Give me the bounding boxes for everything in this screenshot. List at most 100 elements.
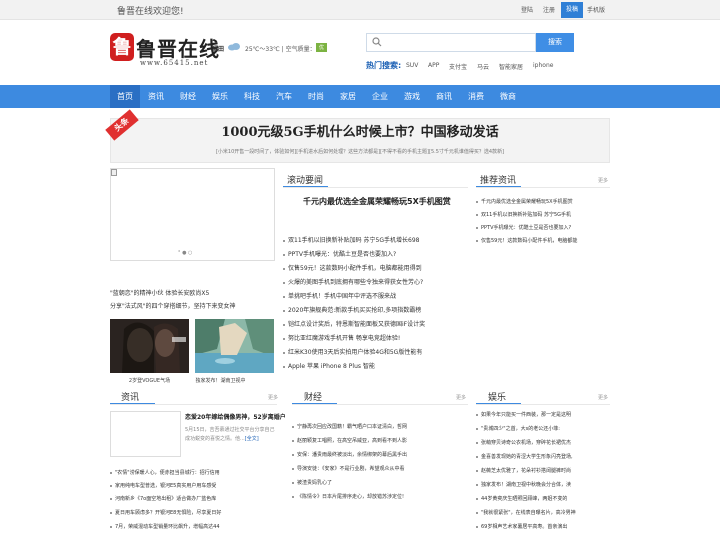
photo-thumbnail[interactable] [195,319,274,373]
nav-games[interactable]: 游戏 [397,85,427,108]
roll-headline[interactable]: 千元内最优选全金属荣耀畅玩5X手机图赏 [303,196,451,207]
list-item[interactable]: "贵城四少"之首，大s的老公还小菲: [476,425,610,432]
list-item[interactable]: 分享"法式风"的四个穿搭细节，坚持下来变女神 [110,301,236,310]
photo-thumbnail[interactable] [110,319,189,373]
search-button[interactable]: 搜索 [536,33,574,52]
news-feature-title[interactable]: 恋爱20年嫁给偶像男神，52岁离婚户 [185,412,286,421]
hot-search-item[interactable]: 马云 [477,62,489,71]
nav-auto[interactable]: 汽车 [269,85,299,108]
list-item[interactable]: 赵丽颖复工唱照，在高空吊威亚，高到看不到人影 [292,437,468,444]
register-link[interactable]: 注册 [543,5,555,14]
recommend-more-link[interactable]: 更多 [598,177,608,184]
aqi-badge: 优 [316,43,328,52]
news-feature-summary: 5月15日，吉吾慕通过社交平台分享自己成功蜕变的喜悦之情。他... [185,427,275,442]
list-item[interactable]: 仅售59元！这款数码小配件手机，电脑都能 [476,237,610,244]
hot-search-item[interactable]: iphone [533,62,553,69]
read-more-link[interactable]: [全文] [245,436,259,442]
nav-business[interactable]: 商讯 [429,85,459,108]
entertainment-more-link[interactable]: 更多 [598,394,608,401]
cloud-icon [228,43,240,51]
list-item[interactable]: Apple 苹果 iPhone 8 Plus 智能 [283,361,468,370]
photo-caption[interactable]: 独家发布！湖南卫视中 [181,377,260,384]
news-more-link[interactable]: 更多 [268,394,278,401]
list-item[interactable]: 双11手机以旧换新补贴加码 苏宁5G手机 [476,211,610,218]
list-item[interactable]: 安保：潘贵雨最终被淡出，余情绑架的幕后黑手出 [292,451,468,458]
nav-tech[interactable]: 科技 [237,85,267,108]
news-thumbnail[interactable] [110,411,181,457]
image-placeholder-icon [111,169,117,176]
list-item[interactable]: 69岁相声艺术家薯居平高寿。首亲演出 [476,523,610,530]
nav-wechat-biz[interactable]: 微商 [493,85,523,108]
weather-temp: 25℃～33℃ [245,46,280,53]
nav-consumer[interactable]: 消费 [461,85,491,108]
divider [476,187,610,188]
list-item[interactable]: 如果今年只能买一件西装，那一定是这明 [476,411,610,418]
finance-more-link[interactable]: 更多 [456,394,466,401]
logo-icon[interactable]: 鲁 [110,33,134,61]
list-item[interactable]: 被渣贵妈乳心了 [292,479,468,486]
list-item[interactable]: PPTV手机曝光：优酷土豆是否也要加入? [283,249,468,258]
list-item[interactable]: 仅售59元！这款数码小配件手机，电脑都能用得到 [283,263,468,272]
site-url: www.65415.net [140,59,209,67]
list-item[interactable]: 河南新乡《7o面空地出租》适合做办厂蓝色库 [110,495,277,502]
list-item[interactable]: 宁静再次回应改国籍！霸气晒户口本证清白，哲网 [292,423,468,430]
headline-title[interactable]: 1000元级5G手机什么时候上市？中国移动发话 [110,121,610,140]
divider [292,404,468,405]
nav-home-living[interactable]: 家居 [333,85,363,108]
list-item[interactable]: 导演安徒：《安家》不是行业剧，希望观众从中看 [292,465,468,472]
list-item[interactable]: 努比亚红魔游戏手机开售 畅享电竞超体验! [283,333,468,342]
divider [110,404,277,405]
welcome-text: 鲁晋在线欢迎您! [117,7,184,17]
list-item[interactable]: PPTV手机曝光：优酷土豆是否也要加入? [476,224,610,231]
weather-city: 福田 [212,46,225,53]
nav-fashion[interactable]: 时尚 [301,85,331,108]
list-item[interactable]: 火爆的美图手机到底拥有哪些令独来得获女性芳心? [283,277,468,286]
slider-dots[interactable]: ° ● ○ [178,250,192,256]
site-logo[interactable]: 鲁晋在线 [136,33,220,62]
list-item[interactable]: 夏日用车顾虑多？开银河E8无惧险，尽享夏日好 [110,509,277,516]
nav-home[interactable]: 首页 [110,85,140,108]
login-link[interactable]: 登陆 [521,5,533,14]
list-item[interactable]: 《陈情令》日本片尾排序走心，却放错苏涉定位! [292,493,468,500]
divider [476,404,610,405]
list-item[interactable]: "蓝朝恋"的精神小伙 体验长安欧尚X5 [110,288,209,297]
submit-link[interactable]: 投稿 [561,2,584,18]
recommend-title: 推荐资讯 [480,176,517,186]
finance-section-title: 财经 [304,393,323,403]
list-item[interactable]: "我就很紧张"，在线表自曝名片，高冷男神 [476,509,610,516]
search-icon [372,37,382,47]
nav-finance[interactable]: 财经 [173,85,203,108]
nav-entertainment[interactable]: 娱乐 [205,85,235,108]
nav-enterprise[interactable]: 企业 [365,85,395,108]
roll-news-title: 滚动要闻 [287,176,324,186]
list-item[interactable]: 7月，荣威混动车型销量环比飙升，增幅高达44 [110,523,277,530]
headline-sublinks[interactable]: [小米10开售一段时间了，体验如何][手机进水后如何处理？这些方法都是][不得不… [110,148,610,155]
hot-search-item[interactable]: APP [428,62,439,69]
list-item[interactable]: 红米K30使用3天后实拍用户体验4G和5G版性能有 [283,347,468,356]
hot-search-item[interactable]: 智能家居 [499,62,523,71]
top-bar [0,0,720,20]
hot-search-item[interactable]: 支付宝 [449,62,467,71]
list-item[interactable]: "农情"涝保暖人心，便赤担当县城行：招行信用 [110,469,277,476]
photo-caption[interactable]: 2岁登VOGUE气场 [110,377,189,384]
news-section-title: 资讯 [121,393,140,403]
list-item[interactable]: 铠红点设计奖后，特恩斯智能面板又获德国iF设计奖 [283,319,468,328]
hot-search-item[interactable]: SUV [406,62,418,69]
mobile-link[interactable]: 手机版 [587,5,605,14]
aqi-label: 空气质量： [285,46,316,53]
list-item[interactable]: 家用纯电车型普选，银河E5真实用户用车感受 [110,482,277,489]
list-item[interactable]: 单挑吧手机！手机中国年中评选不服来战 [283,291,468,300]
list-item[interactable]: 金喜善发现她的青涩大学生形象闪亮登场, [476,453,610,460]
list-item[interactable]: 双11手机以旧换新补贴加码 苏宁5G手机增长698 [283,235,468,244]
list-item[interactable]: 2020年旗舰典范:新款手机买买抢印,多项指数霸榜 [283,305,468,314]
list-item[interactable]: 独家发布！湖南卫视中秋晚会分合体，渎 [476,481,610,488]
list-item[interactable]: 千元内最优选全金属荣耀畅玩5X手机图赏 [476,198,610,205]
list-item[interactable]: 张萌穿贝诗奇公衣机场，穿碎花长裙优杰 [476,439,610,446]
list-item[interactable]: 44岁黄奕庆生晒照回顾峰，两姐不变的 [476,495,610,502]
image-slider[interactable] [110,168,275,261]
hot-search-label: 热门搜索: [366,61,402,70]
nav-news[interactable]: 资讯 [141,85,171,108]
search-input[interactable] [366,33,536,52]
entertainment-section-title: 娱乐 [488,393,507,403]
list-item[interactable]: 赵薇芝太优雅了，花朵衬衫搭阔腿裤时尚 [476,467,610,474]
